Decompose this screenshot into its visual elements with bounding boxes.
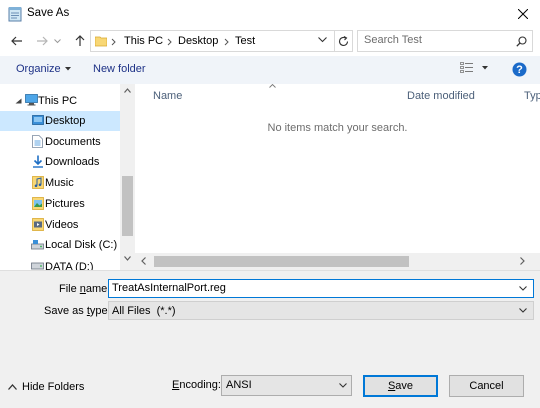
search-icon[interactable] [516,36,527,47]
music-icon [32,176,44,189]
nav-item-label: Music [45,177,74,189]
arrow-up-icon [75,35,85,47]
help-button[interactable]: ? [512,62,527,77]
sort-ascending-icon [269,84,276,88]
forward-button[interactable] [32,31,52,51]
organize-label: Organize [16,63,61,75]
file-name-input[interactable] [112,282,507,294]
back-button[interactable] [7,31,27,51]
chevron-down-icon[interactable] [15,98,22,104]
column-header-date-modified[interactable]: Date modified [407,90,475,102]
empty-message: No items match your search. [267,122,408,134]
breadcrumb-separator-icon [224,38,229,46]
nav-item-music[interactable]: Music [0,173,120,193]
horizontal-scrollbar[interactable] [135,253,540,270]
chevron-down-icon[interactable] [519,286,527,291]
drive-icon [31,261,44,270]
encoding-label: Encoding: [172,379,221,391]
downloads-icon [32,155,44,168]
desktop-folder-icon [32,115,44,126]
scroll-right-icon[interactable] [520,257,525,265]
search-box[interactable] [357,30,533,52]
pictures-icon [32,197,44,210]
hide-folders-button[interactable]: Hide Folders [8,381,84,393]
chevron-down-icon [519,308,527,313]
save-button[interactable]: Save [363,375,438,397]
details-view-icon [460,62,474,74]
chevron-down-icon[interactable] [318,37,327,43]
breadcrumb-this-pc[interactable]: This PC [124,35,163,47]
window-title: Save As [27,7,70,19]
nav-item-downloads[interactable]: Downloads [0,152,120,172]
up-button[interactable] [70,31,90,51]
nav-item-data-d[interactable]: DATA (D:) [0,256,120,270]
command-bar: Organize New folder ? [0,56,540,84]
breadcrumb-separator-icon [111,38,116,46]
videos-icon [32,218,44,231]
scroll-down-icon[interactable] [124,256,131,261]
nav-item-label: Downloads [45,156,100,168]
column-header-type[interactable]: Typ [524,90,540,102]
file-name-label: File name: [59,283,111,295]
file-list[interactable]: Name Date modified Typ No items match yo… [135,84,540,270]
nav-item-local-disk-c[interactable]: Local Disk (C:) [0,235,120,255]
nav-item-label: Videos [45,219,79,231]
scrollbar-thumb[interactable] [154,256,409,267]
refresh-icon [338,35,349,47]
breadcrumb-test[interactable]: Test [235,35,255,47]
cancel-button[interactable]: Cancel [449,375,524,397]
scroll-up-icon[interactable] [124,88,131,93]
column-header-name[interactable]: Name [153,90,182,102]
nav-item-videos[interactable]: Videos [0,215,120,235]
nav-item-label: Pictures [45,198,85,210]
save-as-type-value: All Files (*.*) [112,305,176,317]
svg-text:?: ? [516,64,523,76]
help-icon: ? [512,62,527,77]
save-as-type-select[interactable]: All Files (*.*) [108,301,534,320]
refresh-button[interactable] [335,30,353,52]
file-name-field[interactable] [108,279,534,298]
breadcrumb-desktop[interactable]: Desktop [178,35,218,47]
nav-scrollbar[interactable] [120,84,135,270]
nav-item-pictures[interactable]: Pictures [0,194,120,214]
recent-locations-button[interactable] [50,31,64,51]
nav-item-label: Documents [45,136,101,148]
nav-item-label: This PC [38,95,78,107]
folder-icon [95,35,107,47]
documents-icon [32,135,43,148]
chevron-up-icon [8,384,17,390]
address-bar[interactable]: This PC Desktop Test [90,30,335,52]
encoding-select[interactable]: ANSI [221,375,352,396]
navigation-pane[interactable]: This PC Desktop Documents Downloads Musi… [0,84,135,270]
drive-icon [31,239,44,251]
breadcrumb-separator-icon [167,38,172,46]
title-bar: Save As [0,0,540,28]
new-folder-button[interactable]: New folder [93,63,146,75]
arrow-left-icon [11,36,23,46]
save-as-type-label: Save as type: [44,305,111,317]
encoding-value: ANSI [226,379,252,391]
scroll-left-icon[interactable] [141,257,146,265]
nav-item-label: Desktop [45,115,86,127]
caret-down-icon [482,66,488,70]
hide-folders-label: Hide Folders [22,381,85,393]
nav-item-desktop[interactable]: Desktop [0,111,120,131]
arrow-right-icon [36,36,48,46]
scrollbar-thumb[interactable] [122,176,133,236]
organize-button[interactable]: Organize [16,63,71,75]
close-icon [518,9,528,19]
chevron-down-icon [53,38,61,44]
close-button[interactable] [506,0,540,28]
caret-down-icon [64,67,71,71]
view-options-button[interactable] [460,62,488,74]
nav-item-this-pc[interactable]: This PC [0,91,120,111]
nav-item-label: Local Disk (C:) [45,239,118,251]
nav-item-label: DATA (D:) [45,261,94,270]
search-input[interactable] [364,34,514,46]
notepad-icon [8,6,22,22]
pc-icon [25,94,38,106]
chevron-down-icon [339,383,347,388]
nav-item-documents[interactable]: Documents [0,132,120,152]
